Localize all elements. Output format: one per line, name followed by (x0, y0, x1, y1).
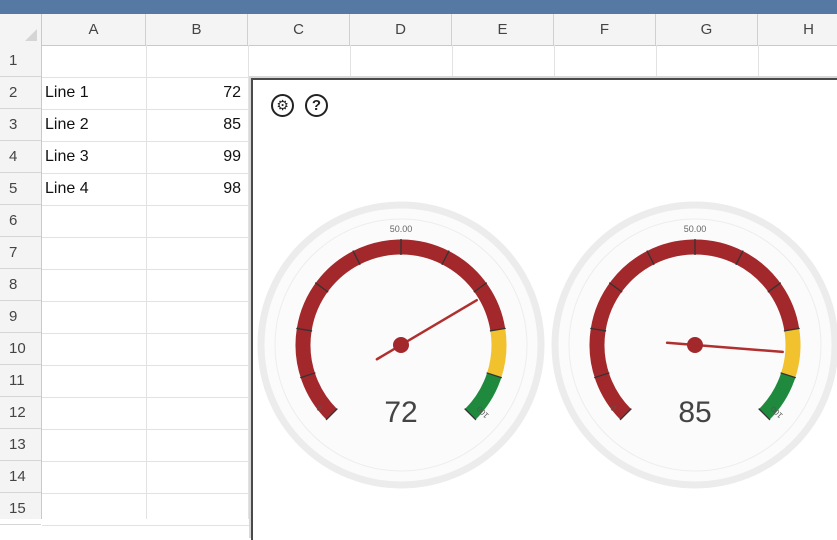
column-header-c[interactable]: C (248, 14, 350, 45)
row-header-2[interactable]: 2 (0, 77, 41, 109)
gauge-needle-hub (687, 337, 703, 353)
gauge-2: 50.000 10085 (551, 201, 837, 489)
gauge-chart-panel[interactable]: ⚙ ? 50.00 0 100 72 50.00 0 100 85 (251, 78, 837, 540)
cell-b2[interactable]: 72 (145, 77, 244, 109)
grid-column-line (248, 45, 249, 519)
cell-a5[interactable]: Line 4 (44, 173, 143, 205)
column-header-e[interactable]: E (452, 14, 554, 45)
gauge-mid-label: 50.00 (390, 224, 413, 234)
row-header-15[interactable]: 15 (0, 493, 41, 525)
gauge-band-arc (780, 328, 801, 378)
column-header-b[interactable]: B (146, 14, 248, 45)
row-header-5[interactable]: 5 (0, 173, 41, 205)
select-all-corner[interactable] (0, 14, 42, 45)
row-header-8[interactable]: 8 (0, 269, 41, 301)
row-header-10[interactable]: 10 (0, 333, 41, 365)
column-header-g[interactable]: G (656, 14, 758, 45)
row-header-7[interactable]: 7 (0, 237, 41, 269)
cell-a2[interactable]: Line 1 (44, 77, 143, 109)
row-header-1[interactable]: 1 (0, 45, 41, 77)
row-header-12[interactable]: 12 (0, 397, 41, 429)
column-header-bar: ABCDEFGH (0, 14, 837, 46)
gauge-value-label: 85 (678, 396, 711, 429)
cell-b5[interactable]: 98 (145, 173, 244, 205)
cell-a3[interactable]: Line 2 (44, 109, 143, 141)
row-header-6[interactable]: 6 (0, 205, 41, 237)
row-header-3[interactable]: 3 (0, 109, 41, 141)
window-title-bar (0, 0, 837, 14)
row-header-11[interactable]: 11 (0, 365, 41, 397)
gauge-mid-label: 50.00 (684, 224, 707, 234)
column-header-a[interactable]: A (42, 14, 146, 45)
gauge-chart-svg: 50.000 1007250.000 10085 (257, 201, 837, 489)
row-header-bar: 1 2 3 4 5 6 7 8 9 10 11 12 13 14 15 (0, 45, 42, 525)
cell-b3[interactable]: 85 (145, 109, 244, 141)
gauge-value-label: 72 (384, 396, 417, 429)
gauge-band-arc (486, 328, 507, 378)
row-header-9[interactable]: 9 (0, 301, 41, 333)
column-header-h[interactable]: H (758, 14, 837, 45)
row-header-13[interactable]: 13 (0, 429, 41, 461)
cell-a4[interactable]: Line 3 (44, 141, 143, 173)
gauge-needle-hub (393, 337, 409, 353)
cell-b4[interactable]: 99 (145, 141, 244, 173)
column-header-f[interactable]: F (554, 14, 656, 45)
row-header-4[interactable]: 4 (0, 141, 41, 173)
row-header-14[interactable]: 14 (0, 461, 41, 493)
column-header-d[interactable]: D (350, 14, 452, 45)
gauge-1: 50.000 10072 (257, 201, 545, 489)
